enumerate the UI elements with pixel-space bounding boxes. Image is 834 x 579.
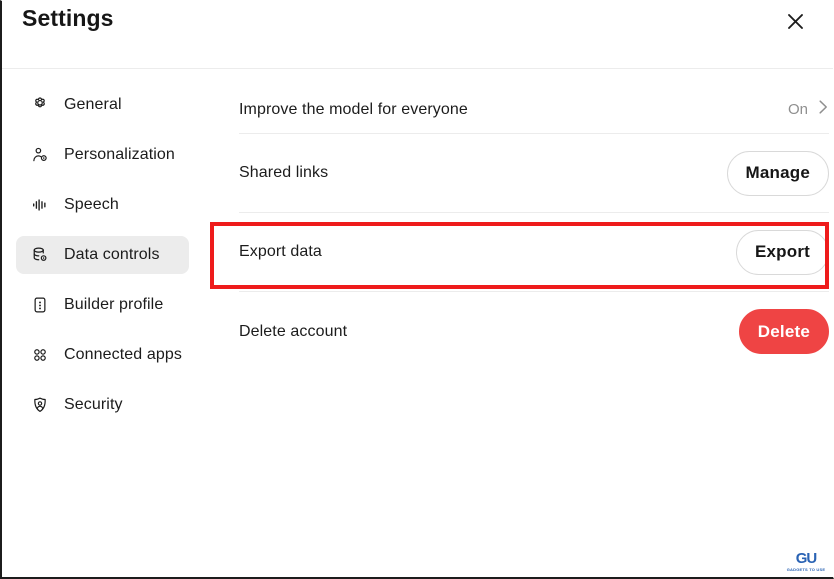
sidebar-item-builder-profile[interactable]: Builder profile [16, 286, 189, 324]
sidebar-item-label: Connected apps [64, 346, 182, 363]
grid-apps-icon [30, 345, 50, 365]
database-gear-icon [30, 245, 50, 265]
setting-row-label: Improve the model for everyone [239, 100, 468, 118]
sidebar-item-connected-apps[interactable]: Connected apps [16, 336, 189, 374]
setting-row-label: Delete account [239, 322, 348, 340]
sidebar-item-security[interactable]: Security [16, 386, 189, 424]
setting-row-improve-model[interactable]: Improve the model for everyone On [239, 86, 829, 134]
sidebar-item-label: Data controls [64, 246, 160, 263]
export-button[interactable]: Export [735, 229, 829, 275]
sidebar-item-label: General [64, 96, 122, 113]
watermark-logo: GU GADGETS TO USE [784, 548, 828, 575]
setting-row-delete-account: Delete account Delete [239, 292, 829, 371]
gear-icon [30, 95, 50, 115]
sidebar-item-label: Personalization [64, 146, 175, 163]
status-badge: On [787, 101, 808, 118]
sidebar-item-label: Builder profile [64, 296, 164, 313]
sidebar-item-label: Speech [64, 196, 119, 213]
settings-dialog: Settings General Personalization Speech … [0, 0, 834, 579]
delete-button[interactable]: Delete [738, 309, 829, 354]
setting-row-shared-links: Shared links Manage [239, 134, 829, 213]
setting-row-label: Shared links [239, 164, 329, 181]
close-button[interactable] [779, 5, 811, 37]
close-icon [787, 13, 804, 30]
dialog-header: Settings [2, 1, 833, 69]
chevron-right-icon [818, 99, 829, 120]
setting-row-export-data: Export data Export [239, 213, 829, 292]
watermark-mark: GU [795, 550, 817, 567]
settings-sidebar: General Personalization Speech Data cont… [2, 86, 207, 436]
id-card-icon [30, 295, 50, 315]
page-title: Settings [22, 5, 114, 31]
waveform-icon [30, 195, 50, 215]
manage-button[interactable]: Manage [726, 150, 829, 196]
sidebar-item-label: Security [64, 396, 123, 413]
sidebar-item-speech[interactable]: Speech [16, 186, 189, 224]
person-spark-icon [30, 145, 50, 165]
settings-main-panel: Improve the model for everyone On Shared… [239, 86, 829, 371]
sidebar-item-general[interactable]: General [16, 86, 189, 124]
sidebar-item-data-controls[interactable]: Data controls [16, 236, 189, 274]
watermark-text: GADGETS TO USE [786, 567, 826, 572]
sidebar-item-personalization[interactable]: Personalization [16, 136, 189, 174]
setting-row-label: Export data [239, 243, 322, 260]
setting-row-control[interactable]: On [788, 99, 829, 120]
shield-person-icon [30, 395, 50, 415]
